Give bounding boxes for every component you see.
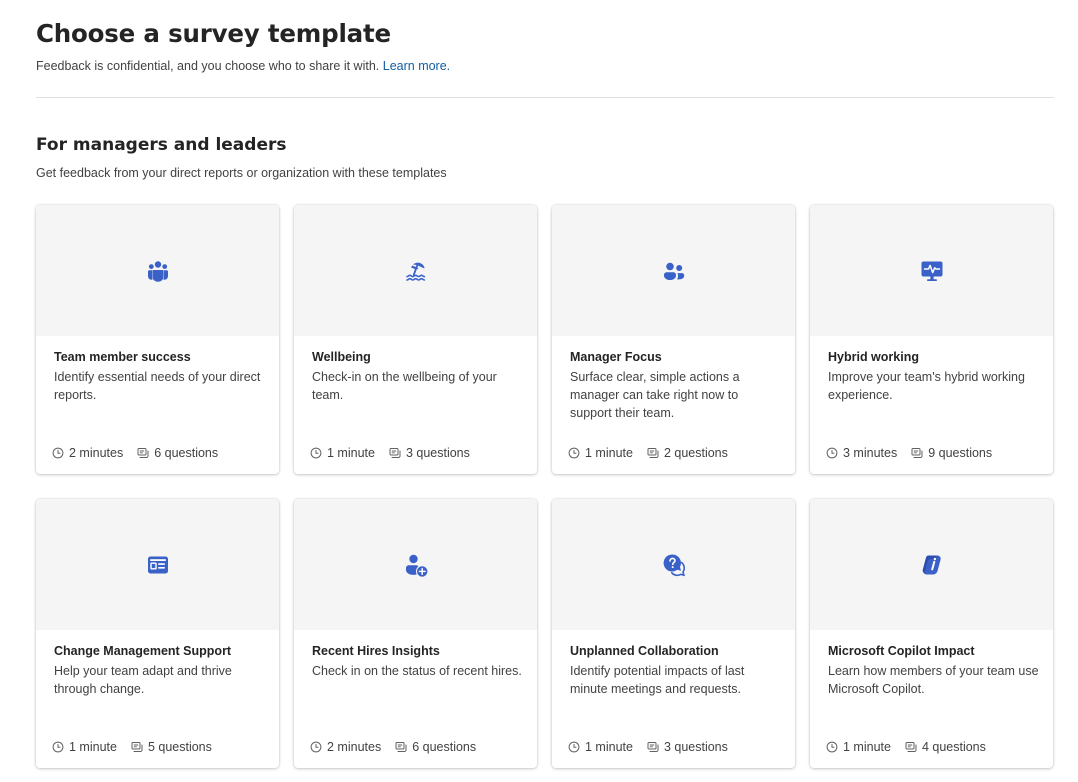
card-title: Recent Hires Insights (312, 644, 440, 658)
clock-icon (52, 447, 64, 459)
card-duration: 2 minutes (69, 446, 124, 460)
card-questions: 2 questions (663, 446, 728, 460)
card-duration: 1 minute (585, 740, 633, 754)
page-subtitle: Feedback is confidential, and you choose… (36, 59, 450, 73)
card-title: Unplanned Collaboration (570, 644, 719, 658)
person-add-icon (403, 552, 429, 578)
chat-question-icon (661, 552, 687, 578)
clock-icon (826, 741, 838, 753)
questions-icon (647, 741, 659, 753)
card-questions: 3 questions (663, 740, 728, 754)
card-hero (810, 205, 1053, 336)
questions-icon (905, 741, 917, 753)
questions-icon (911, 447, 923, 459)
page-title: Choose a survey template (36, 19, 391, 48)
card-title: Team member success (54, 350, 191, 364)
people-icon (661, 258, 687, 284)
card-hero (552, 499, 795, 630)
template-card-unplanned-collaboration[interactable]: Unplanned Collaboration Identify potentia… (552, 499, 795, 768)
template-card-hybrid-working[interactable]: Hybrid working Improve your team's hybrid… (810, 205, 1053, 474)
card-duration: 1 minute (585, 446, 633, 460)
clock-icon (568, 741, 580, 753)
template-card-recent-hires-insights[interactable]: Recent Hires Insights Check in on the sta… (294, 499, 537, 768)
card-hero (294, 205, 537, 336)
card-title: Change Management Support (54, 644, 232, 658)
template-card-wellbeing[interactable]: Wellbeing Check-in on the wellbeing of yo… (294, 205, 537, 474)
card-questions: 6 questions (154, 446, 219, 460)
clock-icon (52, 741, 64, 753)
card-meta: 1 minute 5 questions (52, 740, 212, 754)
card-title: Wellbeing (312, 350, 371, 364)
desktop-pulse-icon (919, 258, 945, 284)
card-hero (552, 205, 795, 336)
card-hero (36, 499, 279, 630)
card-description: Check in on the status of recent hires. (312, 664, 522, 678)
card-hero (294, 499, 537, 630)
clock-icon (310, 447, 322, 459)
questions-icon (131, 741, 143, 753)
template-card-manager-focus[interactable]: Manager Focus Surface clear, simple actio… (552, 205, 795, 474)
card-questions: 5 questions (147, 740, 212, 754)
clock-icon (826, 447, 838, 459)
news-icon (145, 552, 171, 578)
header-divider (36, 97, 1054, 98)
card-meta: 1 minute 2 questions (568, 446, 728, 460)
card-description: Check-in on the wellbeing of your team. (312, 370, 497, 402)
card-duration: 1 minute (69, 740, 117, 754)
card-description: Improve your team's hybrid working exper… (828, 370, 1025, 402)
card-questions: 3 questions (405, 446, 470, 460)
template-card-team-member-success[interactable]: Team member success Identify essential ne… (36, 205, 279, 474)
card-title: Microsoft Copilot Impact (828, 644, 975, 658)
card-questions: 9 questions (928, 446, 993, 460)
card-description: Help your team adapt and thrive through … (54, 664, 232, 696)
questions-icon (647, 447, 659, 459)
clock-icon (568, 447, 580, 459)
card-title: Manager Focus (570, 350, 662, 364)
card-duration: 1 minute (327, 446, 375, 460)
template-card-microsoft-copilot-impact[interactable]: Microsoft Copilot Impact Learn how member… (810, 499, 1053, 768)
template-card-change-management-support[interactable]: Change Management Support Help your team … (36, 499, 279, 768)
card-hero (36, 205, 279, 336)
card-duration: 3 minutes (843, 446, 898, 460)
card-description: Identify essential needs of your direct … (54, 370, 261, 402)
card-hero (810, 499, 1053, 630)
questions-icon (389, 447, 401, 459)
card-description: Learn how members of your team use Micro… (828, 664, 1039, 696)
card-meta: 3 minutes 9 questions (826, 446, 992, 460)
subtitle-text: Feedback is confidential, and you choose… (36, 59, 380, 73)
learn-more-link[interactable]: Learn more. (383, 59, 450, 73)
card-meta: 1 minute 3 questions (568, 740, 728, 754)
section-title: For managers and leaders (36, 135, 287, 155)
card-meta: 1 minute 3 questions (310, 446, 470, 460)
card-meta: 2 minutes 6 questions (52, 446, 218, 460)
team-icon (145, 258, 171, 284)
questions-icon (137, 447, 149, 459)
card-description: Identify potential impacts of last minut… (570, 664, 745, 696)
card-description: Surface clear, simple actions a manager … (570, 370, 740, 420)
card-title: Hybrid working (828, 350, 919, 364)
clock-icon (310, 741, 322, 753)
card-duration: 2 minutes (327, 740, 382, 754)
card-questions: 6 questions (412, 740, 477, 754)
beach-umbrella-icon (403, 258, 429, 284)
section-subtitle: Get feedback from your direct reports or… (36, 166, 447, 180)
card-meta: 2 minutes 6 questions (310, 740, 476, 754)
card-meta: 1 minute 4 questions (826, 740, 986, 754)
card-questions: 4 questions (921, 740, 986, 754)
card-duration: 1 minute (843, 740, 891, 754)
questions-icon (395, 741, 407, 753)
copilot-icon (919, 552, 945, 578)
